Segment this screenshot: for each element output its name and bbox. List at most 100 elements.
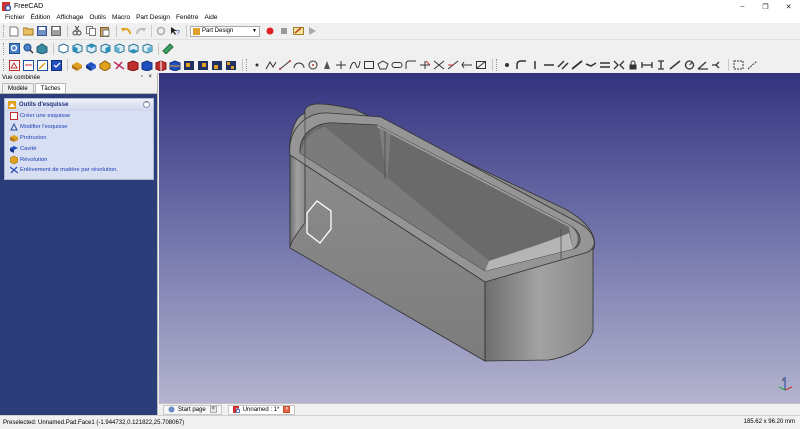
refresh-icon[interactable] <box>155 25 167 37</box>
polygon-icon[interactable] <box>377 59 389 71</box>
close-icon[interactable]: × <box>209 406 217 413</box>
new-document-icon[interactable] <box>8 25 20 37</box>
extend-icon[interactable] <box>433 59 445 71</box>
constrain-tangent-icon[interactable] <box>585 59 597 71</box>
constrain-internal-alignment-icon[interactable] <box>732 59 744 71</box>
3d-viewport[interactable]: z <box>159 73 800 403</box>
task-pad[interactable]: Protrusion <box>5 133 153 144</box>
chamfer-icon[interactable] <box>141 59 153 71</box>
save-icon[interactable] <box>36 25 48 37</box>
constrain-point-on-object-icon[interactable] <box>515 59 527 71</box>
redo-icon[interactable] <box>134 25 146 37</box>
constrain-horizontal-distance-icon[interactable] <box>641 59 653 71</box>
slot-icon[interactable] <box>391 59 403 71</box>
menu-edition[interactable]: Édition <box>28 13 54 23</box>
mirrored-icon[interactable] <box>169 59 181 71</box>
copy-icon[interactable] <box>85 25 97 37</box>
ellipse-icon[interactable] <box>321 59 333 71</box>
maximize-button[interactable]: ❐ <box>754 0 777 13</box>
linear-pattern-icon[interactable] <box>183 59 195 71</box>
whats-this-icon[interactable]: ? <box>169 25 181 37</box>
collapse-icon[interactable]: ⌃ <box>143 101 150 108</box>
multi-transform-icon[interactable] <box>225 59 237 71</box>
scaled-icon[interactable] <box>211 59 223 71</box>
draft-icon[interactable] <box>155 59 167 71</box>
draw-style-icon[interactable] <box>36 43 48 55</box>
toolbar-grip[interactable] <box>496 59 499 71</box>
menu-affichage[interactable]: Affichage <box>53 13 86 23</box>
edit-sketch-icon[interactable] <box>36 59 48 71</box>
run-macro-icon[interactable] <box>306 25 318 37</box>
constrain-radius-icon[interactable] <box>683 59 695 71</box>
undo-icon[interactable] <box>120 25 132 37</box>
view-left-icon[interactable] <box>141 43 153 55</box>
fillet-icon[interactable] <box>127 59 139 71</box>
fillet-sketch-icon[interactable] <box>405 59 417 71</box>
map-sketch-icon[interactable] <box>22 59 34 71</box>
tab-start-page[interactable]: Start page × <box>163 404 222 415</box>
menu-fichier[interactable]: Fichier <box>2 13 28 23</box>
toolbar-grip[interactable] <box>3 25 6 37</box>
workbench-selector[interactable]: Part Design ▼ <box>190 25 260 37</box>
menu-aide[interactable]: Aide <box>201 13 220 23</box>
task-revolution[interactable]: Révolution <box>5 154 153 165</box>
new-sketch-icon[interactable] <box>8 59 20 71</box>
fit-selection-icon[interactable] <box>22 43 34 55</box>
construction-mode-icon[interactable] <box>475 59 487 71</box>
view-top-icon[interactable] <box>85 43 97 55</box>
toolbar-grip[interactable] <box>3 59 6 71</box>
toolbar-grip[interactable] <box>3 42 6 55</box>
view-front-icon[interactable] <box>71 43 83 55</box>
open-icon[interactable] <box>22 25 34 37</box>
measure-icon[interactable] <box>162 43 174 55</box>
constrain-symmetric-icon[interactable] <box>613 59 625 71</box>
close-icon[interactable]: × <box>283 406 291 413</box>
toolbar-grip[interactable] <box>246 59 249 71</box>
circle-icon[interactable] <box>307 59 319 71</box>
conic-icon[interactable] <box>335 59 347 71</box>
polar-pattern-icon[interactable] <box>197 59 209 71</box>
menu-outils[interactable]: Outils <box>86 13 109 23</box>
constrain-snell-icon[interactable] <box>711 59 723 71</box>
task-pocket[interactable]: Cavité <box>5 143 153 154</box>
view-isometric-icon[interactable] <box>57 43 69 55</box>
fit-all-icon[interactable] <box>8 43 20 55</box>
constrain-angle-icon[interactable] <box>697 59 709 71</box>
pad-icon[interactable] <box>71 59 83 71</box>
pad-body[interactable] <box>289 103 595 362</box>
menu-part-design[interactable]: Part Design <box>133 13 173 23</box>
line-icon[interactable] <box>279 59 291 71</box>
3d-model-view[interactable] <box>159 73 800 403</box>
constrain-vertical-distance-icon[interactable] <box>655 59 667 71</box>
revolution-icon[interactable] <box>99 59 111 71</box>
save-as-icon[interactable] <box>50 25 62 37</box>
constrain-parallel-icon[interactable] <box>557 59 569 71</box>
minimize-button[interactable]: – <box>731 0 754 13</box>
paste-icon[interactable] <box>99 25 111 37</box>
groove-icon[interactable] <box>113 59 125 71</box>
constrain-horizontal-icon[interactable] <box>543 59 555 71</box>
view-right-icon[interactable] <box>99 43 111 55</box>
tab-modele[interactable]: Modèle <box>2 83 34 93</box>
tab-taches[interactable]: Tâches <box>34 83 67 93</box>
stop-macro-icon[interactable] <box>278 25 290 37</box>
toggle-driving-icon[interactable] <box>746 59 758 71</box>
task-edit-sketch[interactable]: Modifier l'esquisse <box>5 122 153 133</box>
trim-icon[interactable] <box>419 59 431 71</box>
constrain-perpendicular-icon[interactable] <box>571 59 583 71</box>
rectangle-icon[interactable] <box>363 59 375 71</box>
record-macro-icon[interactable] <box>264 25 276 37</box>
constrain-vertical-icon[interactable] <box>529 59 541 71</box>
macro-editor-icon[interactable] <box>292 25 304 37</box>
panel-float-close-controls[interactable]: ▫ × <box>141 74 154 80</box>
view-rear-icon[interactable] <box>113 43 125 55</box>
task-create-sketch[interactable]: Créer une esquisse <box>5 111 153 122</box>
close-button[interactable]: ✕ <box>777 0 800 13</box>
constrain-lock-icon[interactable] <box>627 59 639 71</box>
arc-icon[interactable] <box>293 59 305 71</box>
cut-icon[interactable] <box>71 25 83 37</box>
menu-fenetre[interactable]: Fenêtre <box>173 13 201 23</box>
external-geometry-icon[interactable] <box>447 59 459 71</box>
constrain-equal-icon[interactable] <box>599 59 611 71</box>
task-groove[interactable]: Enlèvement de matière par révolution. <box>5 165 153 176</box>
